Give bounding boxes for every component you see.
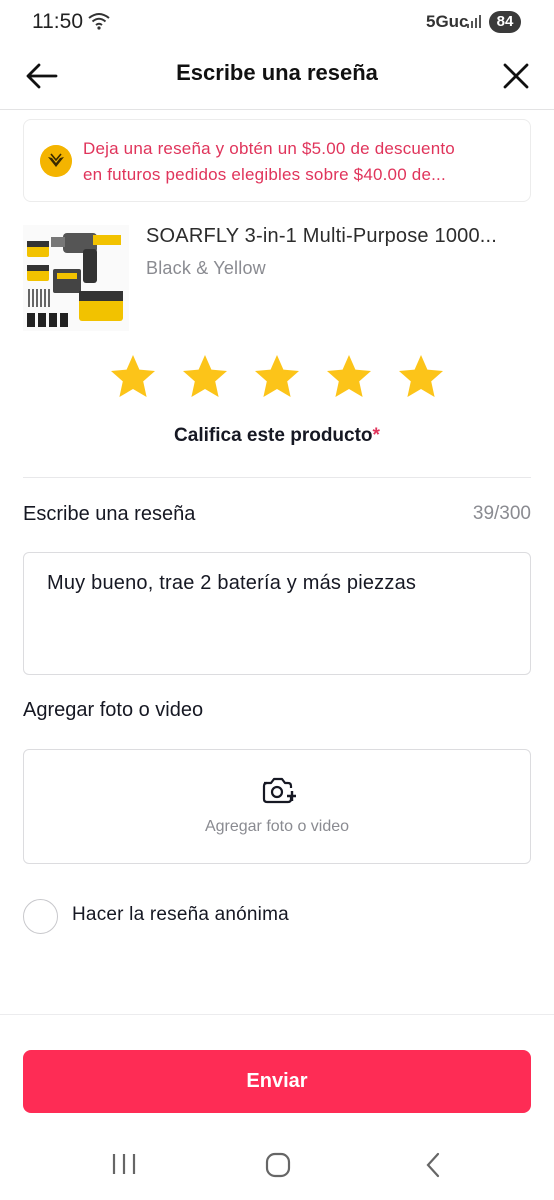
anonymous-radio[interactable] <box>23 899 58 934</box>
divider <box>23 477 531 478</box>
battery-indicator: 84 <box>489 11 521 33</box>
add-media-button[interactable]: Agregar foto o video <box>23 749 531 864</box>
rating-label-text: Califica este producto <box>174 425 373 446</box>
star-1-icon[interactable] <box>108 352 158 402</box>
close-button[interactable] <box>496 56 536 96</box>
media-hint: Agregar foto o video <box>204 818 350 835</box>
star-rating <box>0 352 554 404</box>
required-mark: * <box>372 425 380 446</box>
review-label: Escribe una reseña <box>23 503 196 525</box>
rating-label: Califica este producto* <box>0 425 554 447</box>
anonymous-label: Hacer la reseña anónima <box>72 904 289 925</box>
promo-line-2: en futuros pedidos elegibles sobre $40.0… <box>83 165 446 184</box>
product-variant: Black & Yellow <box>146 258 266 278</box>
footer-divider <box>0 1014 554 1015</box>
page-title: Escribe una reseña <box>176 60 378 85</box>
media-label: Agregar foto o video <box>23 699 204 721</box>
back-nav-icon[interactable] <box>422 1152 444 1178</box>
promo-text: Deja una reseña y obtén un $5.00 de desc… <box>83 136 523 188</box>
star-2-icon[interactable] <box>180 352 230 402</box>
submit-button[interactable]: Enviar <box>23 1050 531 1113</box>
recent-apps-icon[interactable] <box>110 1152 138 1176</box>
header: Escribe una reseña <box>0 44 554 110</box>
wifi-icon <box>88 13 110 30</box>
home-icon[interactable] <box>265 1152 291 1178</box>
promo-line-1: Deja una reseña y obtén un $5.00 de desc… <box>83 139 455 158</box>
brand-logo-icon <box>40 145 72 177</box>
review-char-count: 39/300 <box>472 503 531 524</box>
promo-banner: Deja una reseña y obtén un $5.00 de desc… <box>23 119 531 202</box>
star-4-icon[interactable] <box>324 352 374 402</box>
system-nav-bar <box>0 1130 554 1200</box>
signal-icon <box>467 15 481 28</box>
star-3-icon[interactable] <box>252 352 302 402</box>
product-image <box>23 225 129 331</box>
anonymous-toggle[interactable]: Hacer la reseña anónima <box>23 899 423 935</box>
network-indicator: 5Guc <box>426 12 469 31</box>
camera-plus-icon <box>262 777 296 804</box>
close-icon <box>503 63 529 89</box>
status-time: 11:50 <box>32 10 83 33</box>
status-bar: 11:50 5Guc 84 <box>0 0 554 44</box>
star-5-icon[interactable] <box>396 352 446 402</box>
product-title: SOARFLY 3-in-1 Multi-Purpose 1000... <box>146 225 498 247</box>
review-textarea[interactable]: Muy bueno, trae 2 batería y más piezzas <box>23 552 531 675</box>
